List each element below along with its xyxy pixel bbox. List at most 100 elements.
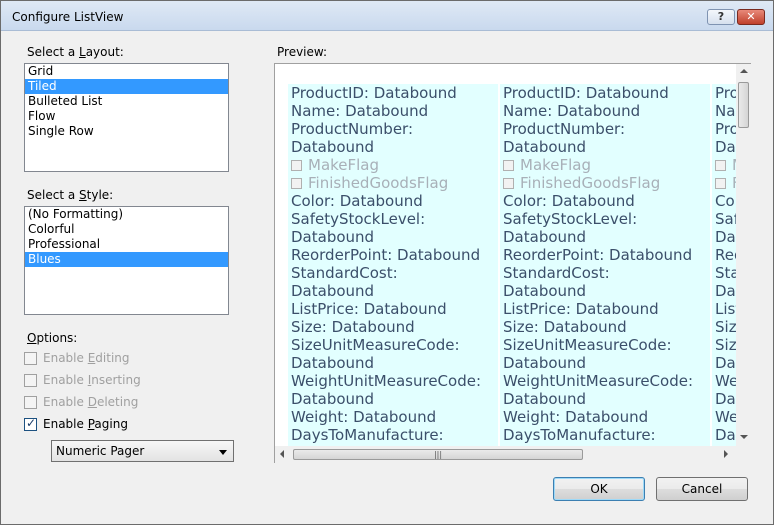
preview-checkbox-field: FinishedGoodsFlag xyxy=(500,174,710,192)
style-option[interactable]: Colorful xyxy=(25,222,228,237)
scroll-right-icon[interactable] xyxy=(724,450,728,458)
preview-checkbox-field: MakeFlag xyxy=(288,156,498,174)
preview-field-text: SafetyStockLevel: xyxy=(291,210,426,228)
layout-option[interactable]: Single Row xyxy=(25,124,228,139)
preview-field: Name: Databound xyxy=(500,102,710,120)
preview-field: ProductID: Databound xyxy=(712,84,736,102)
style-option[interactable]: (No Formatting) xyxy=(25,207,228,222)
preview-pane[interactable]: ProductID: Databound Name: Databound Produ… xyxy=(274,63,751,463)
layout-option[interactable]: Tiled xyxy=(25,79,228,94)
preview-field-text: StandardCost: xyxy=(503,264,610,282)
enable-paging-pre: Enable xyxy=(43,417,88,431)
preview-field: StandardCost: xyxy=(500,264,710,282)
preview-field: Databound xyxy=(712,390,736,408)
preview-field: Databound xyxy=(500,228,710,246)
chevron-down-icon[interactable] xyxy=(219,450,227,455)
preview-field: Databound xyxy=(500,390,710,408)
preview-field-text: WeightUnitMeasureCode: xyxy=(291,372,481,390)
style-label-accesskey: S xyxy=(79,188,87,202)
preview-field-text: ListPrice: Databound xyxy=(503,300,659,318)
vertical-scroll-thumb[interactable] xyxy=(738,82,749,128)
preview-field-text: Databound xyxy=(291,390,375,408)
title-bar[interactable]: Configure ListView ? ✕ xyxy=(1,1,773,31)
preview-field-text: ReorderPoint: Databound xyxy=(503,246,693,264)
preview-field: Weight: Databound xyxy=(288,408,498,426)
preview-field: Size: Databound xyxy=(500,318,710,336)
vertical-scrollbar[interactable] xyxy=(736,64,751,446)
preview-field-text: Name: Databound xyxy=(291,102,429,120)
close-button[interactable]: ✕ xyxy=(737,9,765,25)
preview-field: Databound xyxy=(712,138,736,156)
checkbox-icon xyxy=(503,160,514,171)
scroll-left-icon[interactable] xyxy=(280,450,284,458)
preview-checkbox-field: FinishedGoodsFlag xyxy=(712,174,736,192)
preview-field: Databound xyxy=(712,282,736,300)
preview-field: Databound xyxy=(712,228,736,246)
preview-tile: ProductID: DataboundName: DataboundProdu… xyxy=(712,84,736,446)
enable-deleting-box[interactable] xyxy=(24,396,37,409)
preview-field: Databound xyxy=(288,228,498,246)
preview-field-text: FinishedGoodsFlag xyxy=(308,174,449,192)
preview-field-text: ReorderPoint: Databound xyxy=(291,246,481,264)
preview-field: DaysToManufacture: xyxy=(500,426,710,444)
enable-editing-pre: Enable xyxy=(43,351,88,365)
enable-editing-box[interactable] xyxy=(24,352,37,365)
horizontal-scroll-thumb[interactable]: ||| xyxy=(293,449,583,460)
preview-field: ListPrice: Databound xyxy=(712,300,736,318)
preview-label: Preview: xyxy=(277,45,328,59)
layout-option[interactable]: Grid xyxy=(25,64,228,79)
preview-field: Databound xyxy=(500,138,710,156)
preview-field: SizeUnitMeasureCode: xyxy=(500,336,710,354)
preview-field-text: Databound xyxy=(503,282,587,300)
preview-field-text: ProductID: Databound xyxy=(715,84,736,102)
preview-field-text: Weight: Databound xyxy=(291,408,437,426)
cancel-button[interactable]: Cancel xyxy=(656,477,748,501)
preview-field: SizeUnitMeasureCode: xyxy=(712,336,736,354)
horizontal-scrollbar[interactable]: ||| xyxy=(275,446,736,463)
preview-checkbox-field: MakeFlag xyxy=(712,156,736,174)
scroll-up-icon[interactable] xyxy=(740,69,748,73)
preview-field-text: Databound xyxy=(715,138,736,156)
layout-option[interactable]: Flow xyxy=(25,109,228,124)
enable-editing-post: diting xyxy=(95,351,130,365)
configure-listview-dialog: Configure ListView ? ✕ Select a Layout: … xyxy=(0,0,774,525)
enable-inserting-box[interactable] xyxy=(24,374,37,387)
preview-field-text: SizeUnitMeasureCode: xyxy=(503,336,672,354)
preview-field-text: ReorderPoint: Databound xyxy=(715,246,736,264)
enable-inserting-pre: Enable xyxy=(43,373,88,387)
layout-label-accesskey: L xyxy=(79,45,86,59)
layout-listbox[interactable]: Grid Tiled Bulleted List Flow Single Row xyxy=(24,63,229,172)
style-label-pre: Select a xyxy=(27,188,80,202)
preview-field: StandardCost: xyxy=(712,264,736,282)
style-option[interactable]: Professional xyxy=(25,237,228,252)
style-listbox[interactable]: (No Formatting) Colorful Professional Blues xyxy=(24,206,229,315)
layout-option[interactable]: Bulleted List xyxy=(25,94,228,109)
preview-field-text: Color: Databound xyxy=(715,192,736,210)
checkbox-icon xyxy=(715,160,726,171)
preview-field: SafetyStockLevel: xyxy=(288,210,498,228)
style-option[interactable]: Blues xyxy=(25,252,228,267)
help-button[interactable]: ? xyxy=(707,9,735,25)
preview-field-text: WeightUnitMeasureCode: xyxy=(715,372,736,390)
ok-button[interactable]: OK xyxy=(553,477,645,501)
preview-field: StandardCost: xyxy=(288,264,498,282)
preview-checkbox-field: FinishedGoodsFlag xyxy=(288,174,498,192)
preview-field: Databound xyxy=(288,354,498,372)
preview-field-text: Databound xyxy=(503,138,587,156)
preview-field-text: Databound xyxy=(715,354,736,372)
scroll-down-icon[interactable] xyxy=(740,435,748,439)
checkbox-icon xyxy=(291,160,302,171)
checkbox-icon xyxy=(291,178,302,189)
pager-type-dropdown[interactable]: Numeric Pager xyxy=(51,440,234,462)
preview-field: Databound xyxy=(712,354,736,372)
enable-paging-box[interactable] xyxy=(24,416,37,431)
preview-canvas: ProductID: Databound Name: Databound Produ… xyxy=(288,84,736,446)
preview-field-text: Color: Databound xyxy=(291,192,423,210)
preview-field-text: DaysToManufacture: xyxy=(291,426,444,444)
preview-checkbox-field: MakeFlag xyxy=(500,156,710,174)
preview-field-text: Databound xyxy=(291,138,375,156)
preview-field: SafetyStockLevel: xyxy=(500,210,710,228)
preview-field-text: Weight: Databound xyxy=(503,408,649,426)
preview-field-text: Databound xyxy=(503,390,587,408)
checkbox-icon xyxy=(715,178,726,189)
